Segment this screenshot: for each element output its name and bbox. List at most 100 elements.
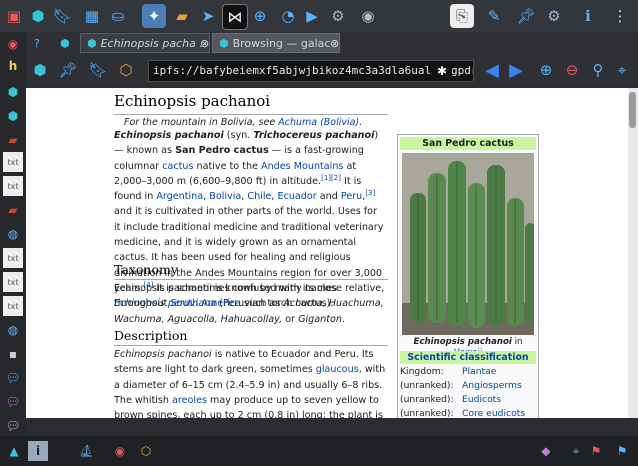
folder-icon[interactable]: ▰ xyxy=(170,4,194,28)
back-icon[interactable]: ◀ xyxy=(480,58,504,82)
rank-value[interactable]: Core eudicots xyxy=(462,407,525,418)
address-text: ipfs://bafybeiemxf5abjwjbikoz4mc3a3dla6u… xyxy=(153,64,474,77)
globe-icon[interactable]: ◍ xyxy=(3,320,23,340)
folder-icon[interactable]: ▰ xyxy=(3,130,23,150)
left-dock: ◉ h ⬢ ⬢ ▰ txt txt ▰ ◍ txt txt txt ◍ ▪ 💬︎… xyxy=(0,32,26,436)
rank-label: Kingdom: xyxy=(400,366,444,377)
pictures-icon[interactable]: ▣ xyxy=(2,4,26,28)
scrollbar[interactable] xyxy=(628,88,638,418)
asterisk-icon[interactable]: ✱ xyxy=(432,61,452,81)
infobox-title: San Pedro cactus xyxy=(400,137,536,150)
status-ring-icon[interactable]: ◉ xyxy=(356,4,380,28)
box-icon[interactable]: ▦ xyxy=(80,4,104,28)
package-icon[interactable]: ⬡ xyxy=(114,58,138,82)
folder-icon[interactable]: ▰ xyxy=(3,200,23,220)
menu-icon[interactable]: ⋮ xyxy=(608,4,632,28)
search-icon[interactable]: ⚲ xyxy=(586,58,610,82)
chat-icon[interactable]: 💬︎ xyxy=(3,416,23,436)
clipboard-icon[interactable]: ✎ xyxy=(482,4,506,28)
article-title: Echinopsis pachanoi xyxy=(114,92,271,110)
network-icon[interactable]: ✦ xyxy=(142,4,166,28)
send-icon[interactable]: ➤ xyxy=(196,4,220,28)
chat-icon[interactable]: 💬︎ xyxy=(3,368,23,388)
rank-label: (unranked): xyxy=(400,380,454,391)
cube-icon[interactable]: ⬢ xyxy=(3,82,23,102)
close-tab-icon[interactable]: ⊗ xyxy=(324,33,340,53)
tab-label: Echinopsis pacha … xyxy=(100,36,203,50)
scrollbar-thumb[interactable] xyxy=(629,92,636,128)
section-divider xyxy=(114,279,388,280)
taskbar: ▲ i ⛵︎ ◉ ⬡ ◆ ⌖ ⚑ ⚑ xyxy=(0,436,638,466)
share-icon[interactable]: ⋈ xyxy=(222,4,248,30)
pin-icon[interactable]: 📌︎ xyxy=(56,58,80,82)
zoom-icon[interactable]: ⊕ xyxy=(248,4,272,28)
gear-icon[interactable]: ⚙ xyxy=(326,4,350,28)
address-bar[interactable]: ipfs://bafybeiemxf5abjwjbikoz4mc3a3dla6u… xyxy=(148,60,474,82)
document-icon[interactable]: ⎘ xyxy=(450,4,474,28)
browser-icon[interactable]: ◉ xyxy=(110,441,130,461)
section-divider xyxy=(114,345,388,346)
hatnote-text: For the mountain in Bolivia, see xyxy=(124,117,279,128)
description-paragraph: Echinopsis pachanoi is native to Ecuador… xyxy=(114,349,386,418)
map-pin-icon[interactable]: ⚑ xyxy=(586,441,606,461)
bookmark-icon[interactable]: 🔖︎ xyxy=(50,4,74,28)
play-icon[interactable]: ▶ xyxy=(300,4,324,28)
location-icon[interactable]: ⌖ xyxy=(566,441,586,461)
cube-icon[interactable]: ⬢ xyxy=(26,4,50,28)
text-file-icon[interactable]: txt xyxy=(3,296,23,316)
text-file-icon[interactable]: txt xyxy=(3,248,23,268)
rank-value[interactable]: Angiosperms xyxy=(462,379,522,392)
rank-value[interactable]: Eudicots xyxy=(462,393,501,406)
description-heading: Description xyxy=(114,328,188,343)
settings-icon[interactable]: ⚙ xyxy=(542,4,566,28)
sail-icon[interactable]: ⛵︎ xyxy=(76,441,96,461)
tab-echinopsis[interactable]: ⬢ Echinopsis pacha … xyxy=(80,33,210,53)
record-icon[interactable]: ◉ xyxy=(3,34,23,54)
caption-in: in xyxy=(511,337,523,347)
top-toolbar: ▣ ⬢ 🔖︎ ▦ ⛀ ✦ ▰ ➤ ⋈ ⊕ ◔ ▶ ⚙ ◉ ⎘ ✎ 📌︎ ⚙ ℹ … xyxy=(0,0,638,32)
text-file-icon[interactable]: txt xyxy=(3,272,23,292)
globe-icon[interactable]: ◍ xyxy=(3,224,23,244)
chat-icon[interactable]: 💬︎ xyxy=(3,392,23,412)
infobox: San Pedro cactus Echinopsis pachanoi in … xyxy=(397,134,539,418)
cactus-photo[interactable] xyxy=(402,153,534,335)
h-app-icon[interactable]: h xyxy=(3,56,23,76)
drive-icon[interactable]: ⛀ xyxy=(106,4,130,28)
hatnote-link[interactable]: Achuma (Bolivia) xyxy=(278,117,359,128)
page-viewport[interactable]: Echinopsis pachanoi For the mountain in … xyxy=(26,88,628,418)
cube-icon[interactable]: ⬢ xyxy=(54,33,76,53)
taxonomy-paragraph: Echinopsis pachanoi is known by many nam… xyxy=(114,283,384,325)
info-icon[interactable]: ℹ xyxy=(576,4,600,28)
zoom-in-icon[interactable]: ⊕ xyxy=(534,58,558,82)
tab-bar: ? ⬢ ⬢ Echinopsis pacha … ⊗ ⬢ Browsing — … xyxy=(26,32,638,54)
tab-browsing[interactable]: ⬢ Browsing — galac … xyxy=(212,33,340,53)
info-icon[interactable]: i xyxy=(28,441,48,461)
text-file-icon[interactable]: txt xyxy=(3,176,23,196)
rank-label: (unranked): xyxy=(400,394,454,405)
forward-icon[interactable]: ▶ xyxy=(504,58,528,82)
caption-species: Echinopsis pachanoi xyxy=(413,337,512,347)
bookmark-icon[interactable]: 🔖︎ xyxy=(86,58,110,82)
map-pin-icon[interactable]: ⚑ xyxy=(612,441,632,461)
cactus-illustration xyxy=(402,153,534,335)
triangle-app-icon[interactable]: ▲ xyxy=(4,441,24,461)
cube-icon[interactable]: ⬢ xyxy=(3,106,23,126)
rank-value[interactable]: Plantae xyxy=(462,365,496,378)
hatnote-end: . xyxy=(359,117,363,128)
classification-link[interactable]: Scientific classification xyxy=(407,352,528,363)
tab-label: Browsing — galac … xyxy=(232,36,333,50)
pin-icon[interactable]: 📌︎ xyxy=(514,4,538,28)
taxonomy-heading: Taxonomy xyxy=(114,262,178,277)
cube-icon: ⬢ xyxy=(219,36,229,50)
zoom-out-icon[interactable]: ⊖ xyxy=(560,58,584,82)
close-tab-icon[interactable]: ⊗ xyxy=(194,33,210,53)
rank-label: (unranked): xyxy=(400,408,454,418)
text-file-icon[interactable]: txt xyxy=(3,152,23,172)
package-icon[interactable]: ⬡ xyxy=(136,441,156,461)
help-icon[interactable]: ? xyxy=(28,33,50,53)
tray-icon[interactable]: ◆ xyxy=(536,441,556,461)
image-icon[interactable]: ▪ xyxy=(3,344,23,364)
feed-icon[interactable]: ◔ xyxy=(276,4,300,28)
cube-icon[interactable]: ⬢ xyxy=(28,58,52,82)
location-icon[interactable]: ⌖ xyxy=(610,58,634,82)
